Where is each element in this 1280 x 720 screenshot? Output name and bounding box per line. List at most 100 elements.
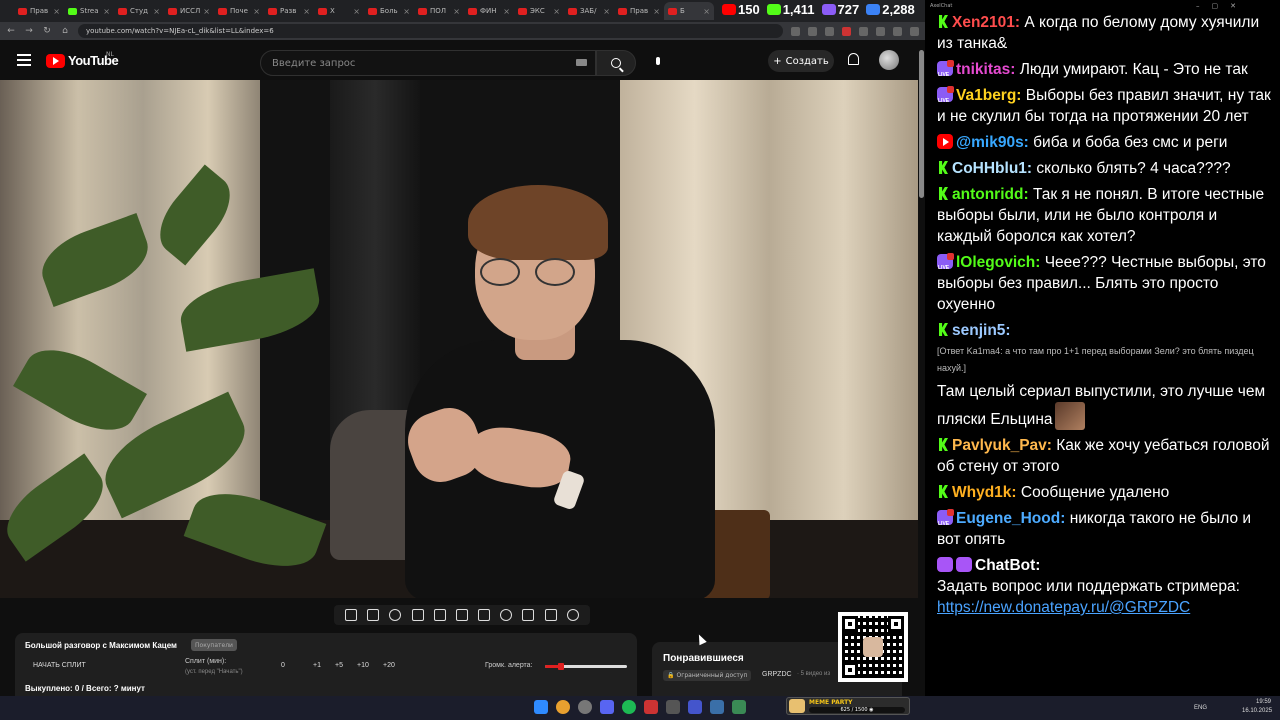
chat-username[interactable]: tnikitas:	[956, 61, 1015, 78]
zoom-icon[interactable]	[808, 26, 817, 36]
download-icon[interactable]	[876, 26, 885, 36]
page-scrollbar[interactable]	[918, 40, 925, 696]
chat-username[interactable]: antonridd:	[952, 186, 1029, 203]
clapperboard-icon[interactable]	[433, 609, 446, 621]
chat-username[interactable]: Xen2101:	[952, 14, 1020, 31]
bookmark-icon[interactable]	[859, 26, 868, 36]
browser-tab[interactable]: ЭКС ×	[514, 2, 564, 20]
language-indicator[interactable]: ENG	[1194, 705, 1207, 711]
scrollbar-thumb[interactable]	[919, 50, 924, 198]
back-icon[interactable]: ←	[6, 26, 16, 36]
create-button[interactable]: + Создать	[768, 50, 834, 72]
youtube-logo-icon[interactable]	[46, 54, 65, 68]
hamburger-menu-icon[interactable]	[17, 54, 31, 69]
browser-tab[interactable]: Х ×	[314, 2, 364, 20]
chat-username[interactable]: senjin5:	[952, 322, 1011, 339]
close-tab-icon[interactable]: ×	[603, 7, 610, 16]
chat-username[interactable]: ChatBot:	[975, 557, 1040, 574]
browser-tab[interactable]: ИССЛ ×	[164, 2, 214, 20]
menu-icon[interactable]	[910, 26, 919, 36]
donation-link[interactable]: https://new.donatepay.ru/@GRPZDC	[937, 599, 1190, 616]
browser-tab[interactable]: Боль ×	[364, 2, 414, 20]
video-stats-icon[interactable]	[411, 609, 424, 621]
chat-username[interactable]: Whyd1k:	[952, 484, 1017, 501]
keyboard-icon[interactable]	[576, 59, 587, 66]
close-tab-icon[interactable]: ×	[103, 7, 110, 16]
chat-username[interactable]: @mik90s:	[956, 134, 1029, 151]
search-input[interactable]: Введите запрос	[260, 50, 596, 76]
browser-tab[interactable]: Прав ×	[14, 2, 64, 20]
chat-username[interactable]: Pavlyuk_Pav:	[952, 437, 1052, 454]
spotify-icon[interactable]	[622, 700, 636, 714]
browser-tab[interactable]: Студ ×	[114, 2, 164, 20]
filmstrip-icon[interactable]	[478, 609, 491, 621]
browser-tab[interactable]: Разв ×	[264, 2, 314, 20]
browser-tab[interactable]: Б ×	[664, 2, 714, 20]
add-1-button[interactable]: +1	[313, 662, 321, 669]
app-icon[interactable]	[644, 700, 658, 714]
axelchat-icon[interactable]	[710, 700, 724, 714]
speed-icon[interactable]	[500, 609, 513, 621]
chrome-icon[interactable]	[556, 700, 570, 714]
app2-icon[interactable]	[688, 700, 702, 714]
app3-icon[interactable]	[732, 700, 746, 714]
close-tab-icon[interactable]: ×	[153, 7, 160, 16]
cast-icon[interactable]	[791, 26, 800, 36]
browser-icon[interactable]	[578, 700, 592, 714]
extension-icon[interactable]	[842, 26, 851, 36]
screenshot-icon[interactable]	[544, 609, 557, 621]
gear-icon[interactable]	[566, 609, 579, 621]
browser-tab[interactable]: ФИН ×	[464, 2, 514, 20]
start-split-button[interactable]: НАЧАТЬ СПЛИТ	[33, 662, 86, 669]
share-icon[interactable]	[825, 26, 834, 36]
browser-tab[interactable]: Strea ×	[64, 2, 114, 20]
close-tab-icon[interactable]: ×	[503, 7, 510, 16]
browser-tab[interactable]: Прав ×	[614, 2, 664, 20]
home-icon[interactable]: ⌂	[60, 26, 70, 36]
add-20-button[interactable]: +20	[383, 662, 395, 669]
obs-icon[interactable]	[666, 700, 680, 714]
playlist-channel[interactable]: GRPZDC	[762, 671, 792, 678]
notifications-icon[interactable]	[848, 53, 859, 65]
browser-tab[interactable]: ЗАБ/ ×	[564, 2, 614, 20]
pip-icon[interactable]	[455, 609, 468, 621]
split-pill-button[interactable]: Покупатели	[191, 639, 237, 651]
add-10-button[interactable]: +10	[357, 662, 369, 669]
video-player[interactable]	[0, 80, 918, 598]
browser-tab[interactable]: ПОЛ ×	[414, 2, 464, 20]
profile-icon[interactable]	[893, 26, 902, 36]
add-5-button[interactable]: +5	[335, 662, 343, 669]
close-tab-icon[interactable]: ×	[53, 7, 60, 16]
close-tab-icon[interactable]: ×	[253, 7, 260, 16]
playlist-title[interactable]: Понравившиеся	[663, 653, 744, 664]
browser-tab[interactable]: Поче ×	[214, 2, 264, 20]
split-minutes-value[interactable]: 0	[281, 662, 285, 669]
search-button[interactable]	[596, 50, 636, 76]
close-tab-icon[interactable]: ×	[403, 7, 410, 16]
url-field[interactable]: youtube.com/watch?v=NJEa-cL_dik&list=LL&…	[78, 24, 783, 38]
chat-username[interactable]: CoHHblu1:	[952, 160, 1032, 177]
plus-frame-icon[interactable]	[522, 609, 535, 621]
loop-icon[interactable]	[345, 609, 358, 621]
chat-username[interactable]: Eugene_Hood:	[956, 510, 1065, 527]
close-tab-icon[interactable]: ×	[703, 7, 710, 16]
audio-icon[interactable]	[389, 609, 402, 621]
chat-username[interactable]: Va1berg:	[956, 87, 1021, 104]
close-tab-icon[interactable]: ×	[553, 7, 560, 16]
discord-icon[interactable]	[600, 700, 614, 714]
close-tab-icon[interactable]: ×	[353, 7, 360, 16]
avatar[interactable]	[879, 50, 899, 70]
close-tab-icon[interactable]: ×	[453, 7, 460, 16]
reload-icon[interactable]: ↻	[42, 26, 52, 36]
close-tab-icon[interactable]: ×	[653, 7, 660, 16]
chat-username[interactable]: lOlegovich:	[956, 254, 1040, 271]
forward-icon[interactable]: →	[24, 26, 34, 36]
sort-icon[interactable]	[367, 609, 380, 621]
close-tab-icon[interactable]: ×	[303, 7, 310, 16]
close-tab-icon[interactable]: ×	[203, 7, 210, 16]
start-icon[interactable]	[534, 700, 548, 714]
alert-volume-knob[interactable]	[558, 663, 565, 670]
alert-volume-slider[interactable]	[545, 663, 627, 670]
window-controls[interactable]: –▢✕	[1196, 2, 1248, 10]
voice-search-icon[interactable]	[649, 52, 667, 70]
